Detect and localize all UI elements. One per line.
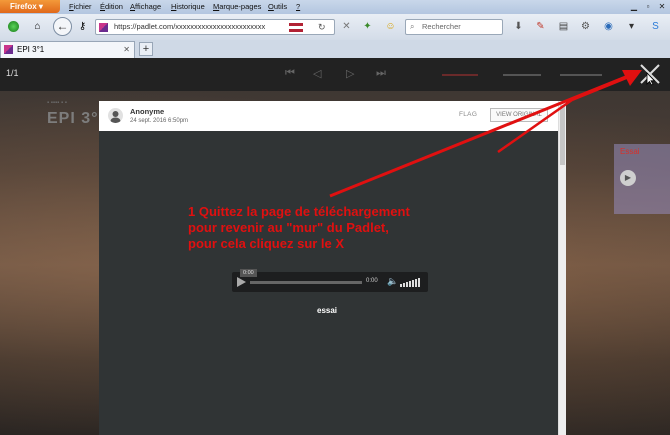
post-header: Anonyme 24 sept. 2016 6:50pm FLAG VIEW O… (99, 101, 565, 131)
tab-close-icon[interactable]: ✕ (123, 42, 130, 57)
mouse-cursor-icon (646, 72, 655, 86)
menu-bar: Firefox ▾ Fichier Édition Affichage Hist… (0, 0, 670, 14)
slide-counter: 1/1 (6, 68, 19, 78)
reload-icon[interactable]: ↻ (318, 20, 326, 34)
side-post-card[interactable]: Essai ▶ (614, 144, 670, 214)
search-icon: ⌕ (410, 22, 415, 31)
wall-subtitle: ▪ ▪▪▪▪ ▪ ▪ (47, 100, 67, 106)
seek-tooltip: 0:00 (240, 269, 257, 277)
chevron-down-icon[interactable]: ▾ (626, 21, 637, 32)
post-modal: Anonyme 24 sept. 2016 6:50pm FLAG VIEW O… (99, 101, 566, 435)
view-original-button[interactable]: VIEW ORIGINAL (490, 108, 548, 122)
stop-icon[interactable]: ✕ (341, 21, 352, 32)
flag-us-icon (289, 23, 303, 32)
search-placeholder: Rechercher (422, 22, 461, 31)
menu-historique[interactable]: Historique (171, 2, 205, 11)
audio-player: 0:00 0:00 🔈 (232, 269, 428, 292)
skype-icon[interactable]: S (650, 21, 661, 32)
site-favicon-icon (99, 23, 108, 32)
status-green-icon[interactable] (8, 21, 19, 32)
menu-edition[interactable]: Édition (100, 2, 123, 11)
minimize-icon[interactable]: ▁ (628, 1, 640, 12)
scrollbar-thumb[interactable] (560, 105, 565, 165)
volume-icon[interactable]: 🔈 (387, 276, 398, 287)
addon-red-icon[interactable]: ✎ (535, 21, 546, 32)
faint-link-red[interactable] (442, 74, 478, 76)
faint-link-gray[interactable] (503, 74, 541, 76)
player-time: 0:00 (366, 278, 378, 284)
tab-bar: EPI 3°1 ✕ + (0, 40, 670, 59)
firefox-button-label: Firefox (10, 2, 37, 11)
last-icon[interactable]: ⏭ (376, 67, 386, 80)
addon-gear-icon[interactable]: ⚙ (580, 21, 591, 32)
menu-marque-pages[interactable]: Marque-pages (213, 2, 261, 11)
window-close-icon[interactable]: ✕ (656, 1, 668, 12)
modal-scrollbar[interactable] (558, 101, 566, 435)
maximize-icon[interactable]: ▫ (642, 1, 654, 12)
tab-title: EPI 3°1 (17, 45, 45, 54)
search-input[interactable]: ⌕ Rechercher (405, 19, 503, 35)
volume-bars[interactable] (400, 278, 420, 287)
play-button-icon[interactable] (237, 277, 246, 287)
menu-affichage[interactable]: Affichage (130, 2, 161, 11)
navigation-toolbar: ⌂ ← ⚷ https://padlet.com/xxxxxxxxxxxxxxx… (0, 14, 670, 41)
sidecard-play-icon[interactable]: ▶ (620, 170, 636, 186)
tab-epi[interactable]: EPI 3°1 ✕ (0, 41, 135, 58)
firefox-menu-button[interactable]: Firefox ▾ (0, 0, 60, 13)
menu-fichier[interactable]: Fichier (69, 2, 92, 11)
first-icon[interactable]: ⏮ (285, 67, 295, 80)
viewer-toolbar: 1/1 ⏮ ◁ ▷ ⏭ (0, 58, 670, 91)
post-caption: essai (317, 306, 338, 315)
globe-icon[interactable]: ◉ (603, 21, 614, 32)
key-icon[interactable]: ⚷ (77, 21, 88, 32)
download-icon[interactable]: ⬇ (513, 21, 524, 32)
addon-yellow-icon[interactable]: ☺ (385, 21, 396, 32)
menu-aide[interactable]: ? (296, 2, 300, 11)
tutorial-annotation: 1 Quittez la page de téléchargement pour… (188, 204, 410, 251)
seek-bar[interactable] (250, 281, 362, 284)
faint-link-gray-2[interactable] (560, 74, 602, 76)
tab-favicon-icon (4, 45, 13, 54)
url-text: https://padlet.com/xxxxxxxxxxxxxxxxxxxxx… (114, 22, 266, 31)
sidecard-title: Essai (620, 147, 640, 156)
post-date: 24 sept. 2016 6:50pm (130, 118, 189, 124)
url-bar[interactable]: https://padlet.com/xxxxxxxxxxxxxxxxxxxxx… (95, 19, 335, 35)
play-icon[interactable]: ▷ (346, 67, 354, 80)
new-tab-button[interactable]: + (139, 42, 153, 56)
print-icon[interactable]: ▤ (558, 21, 569, 32)
avatar (108, 108, 123, 123)
post-author: Anonyme (130, 107, 165, 116)
prev-icon[interactable]: ◁ (313, 67, 321, 80)
back-button-icon[interactable]: ← (53, 17, 72, 36)
flag-button[interactable]: FLAG (459, 111, 477, 118)
home-icon[interactable]: ⌂ (32, 21, 43, 32)
menu-outils[interactable]: Outils (268, 2, 287, 11)
addon-green-icon[interactable]: ✦ (362, 21, 373, 32)
